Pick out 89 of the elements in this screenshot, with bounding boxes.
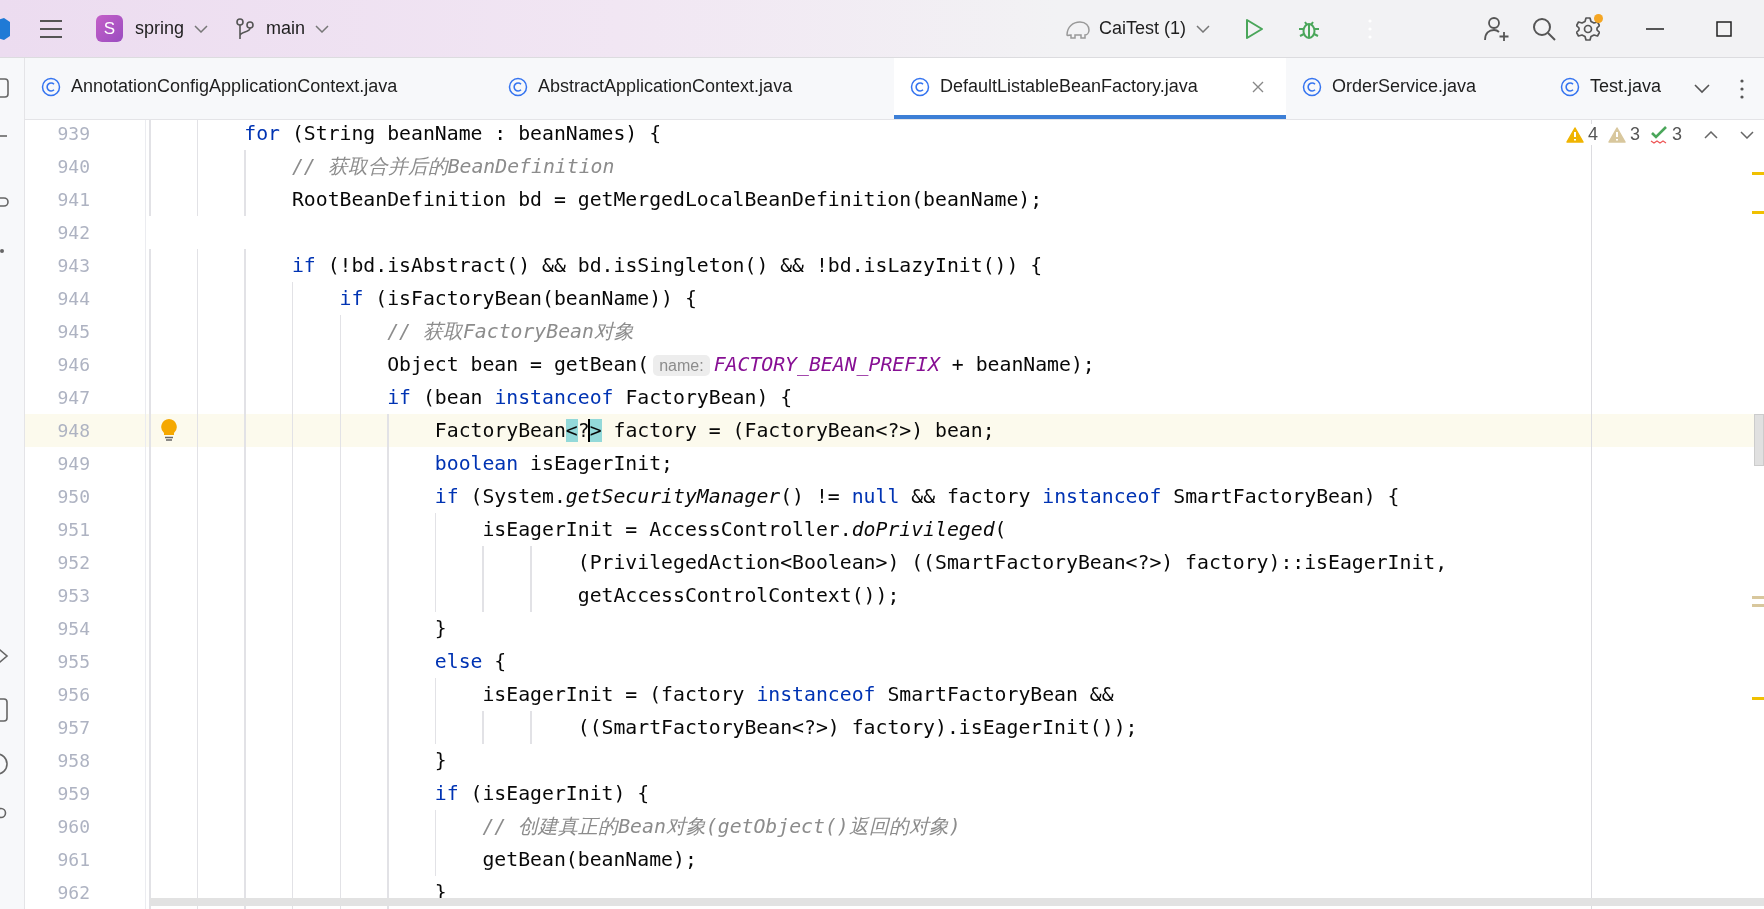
line-number: 956 — [57, 684, 90, 705]
inspection-counter[interactable]: 3 — [1607, 124, 1640, 145]
class-icon — [1302, 76, 1322, 97]
code-line: if (System.getSecurityManager() != null && factory instanceof SmartFactoryBean) { — [434, 485, 1400, 508]
line-number: 958 — [57, 750, 90, 771]
tool-window-icon[interactable] — [0, 78, 10, 98]
menu-icon[interactable] — [38, 17, 64, 40]
project-badge: S — [96, 15, 123, 42]
line-number: 947 — [57, 387, 90, 408]
line-number: 940 — [57, 156, 90, 177]
line-number: 952 — [57, 552, 90, 573]
run-icon[interactable] — [1244, 17, 1264, 40]
branch-icon[interactable] — [236, 17, 255, 40]
code-line: if (isFactoryBean(beanName)) { — [339, 287, 697, 310]
cube-icon[interactable] — [0, 17, 10, 40]
line-number: 961 — [57, 849, 90, 870]
editor-tab[interactable]: Test.java — [1544, 58, 1688, 119]
vertical-scrollbar[interactable] — [1754, 414, 1764, 466]
inspection-counter[interactable]: 3 — [1650, 124, 1682, 145]
caret-icon[interactable] — [315, 24, 330, 33]
editor-tab[interactable]: AnnotationConfigApplicationContext.java — [25, 58, 492, 119]
editor-tab[interactable]: OrderService.java — [1286, 58, 1544, 119]
code-line: getAccessControlContext()); — [577, 584, 900, 607]
code-line: for (String beanName : beanNames) { — [244, 122, 662, 145]
caret-icon[interactable] — [1196, 24, 1210, 33]
code-line: } — [434, 617, 447, 640]
line-number: 960 — [57, 816, 90, 837]
code-line: if (bean instanceof FactoryBean) { — [387, 386, 793, 409]
line-number: 944 — [57, 288, 90, 309]
code-line: } — [434, 749, 447, 772]
class-icon — [508, 76, 528, 97]
code-line: Object bean = getBean( name: FACTORY_BEAN_PREFIX + beanName); — [387, 353, 1095, 376]
tool-window-icon[interactable] — [0, 698, 10, 722]
class-icon — [41, 76, 61, 97]
code-line: else { — [434, 650, 507, 673]
line-number: 959 — [57, 783, 90, 804]
code-line: (PrivilegedAction<Boolean>) ((SmartFactoryBean<?>) factory)::isEagerInit, — [577, 551, 1448, 574]
chevron-up-icon[interactable] — [1704, 130, 1718, 139]
line-number: 949 — [57, 453, 90, 474]
tool-window-icon[interactable] — [0, 752, 10, 776]
line-number: 955 — [57, 651, 90, 672]
class-icon — [910, 76, 930, 97]
caret-icon[interactable] — [194, 24, 209, 33]
elephant-icon — [1064, 18, 1091, 39]
close-icon[interactable] — [1252, 80, 1264, 93]
minimize-icon[interactable] — [1646, 27, 1664, 30]
code-line: RootBeanDefinition bd = getMergedLocalBeanDefinition(beanName); — [291, 188, 1043, 211]
class-icon — [1560, 76, 1580, 97]
chevron-down-icon[interactable] — [1694, 83, 1710, 94]
horizontal-scrollbar[interactable] — [150, 898, 1764, 906]
run-configuration[interactable]: CaiTest (1) — [1098, 18, 1186, 39]
editor-tab[interactable]: DefaultListableBeanFactory.java — [894, 58, 1286, 119]
line-number: 942 — [57, 222, 90, 243]
line-number: 962 — [57, 882, 90, 903]
code-line: isEagerInit = AccessController.doPrivileged( — [482, 518, 1007, 541]
line-number: 950 — [57, 486, 90, 507]
tool-window-icon[interactable] — [0, 134, 10, 138]
code-line: if (!bd.isAbstract() && bd.isSingleton() && !bd.isLazyInit()) { — [291, 254, 1043, 277]
code-line: // 创建真正的Bean对象(getObject()返回的对象) — [482, 814, 961, 840]
project-name[interactable]: spring — [135, 18, 185, 39]
line-number: 939 — [57, 123, 90, 144]
line-number: 941 — [57, 189, 90, 210]
code-line: if (isEagerInit) { — [434, 782, 650, 805]
search-icon[interactable] — [1532, 16, 1556, 41]
line-number: 948 — [57, 420, 90, 441]
add-user-icon[interactable] — [1484, 15, 1510, 42]
line-number: 954 — [57, 618, 90, 639]
code-line: isEagerInit = (factory instanceof SmartFactoryBean && — [482, 683, 1114, 706]
code-line: // 获取FactoryBean对象 — [387, 319, 634, 345]
settings-icon[interactable] — [1576, 16, 1600, 41]
tool-window-icon[interactable] — [0, 248, 6, 254]
line-number: 951 — [57, 519, 90, 540]
line-number: 953 — [57, 585, 90, 606]
editor-tab[interactable]: AbstractApplicationContext.java — [492, 58, 894, 119]
more-icon[interactable] — [1740, 78, 1744, 99]
lightbulb-icon[interactable] — [160, 418, 178, 442]
code-line: // 获取合并后的BeanDefinition — [291, 154, 615, 180]
branch-name[interactable]: main — [266, 18, 306, 39]
code-line: ((SmartFactoryBean<?>) factory).isEagerInit()); — [577, 716, 1138, 739]
code-line: getBean(beanName); — [482, 848, 697, 871]
maximize-icon[interactable] — [1716, 20, 1732, 37]
tool-window-icon[interactable] — [0, 196, 10, 208]
code-line: boolean isEagerInit; — [434, 452, 673, 475]
line-number: 957 — [57, 717, 90, 738]
line-number: 946 — [57, 354, 90, 375]
line-number: 945 — [57, 321, 90, 342]
chevron-down-icon[interactable] — [1740, 130, 1754, 139]
line-number: 943 — [57, 255, 90, 276]
inspection-counter[interactable]: 4 — [1565, 124, 1598, 145]
